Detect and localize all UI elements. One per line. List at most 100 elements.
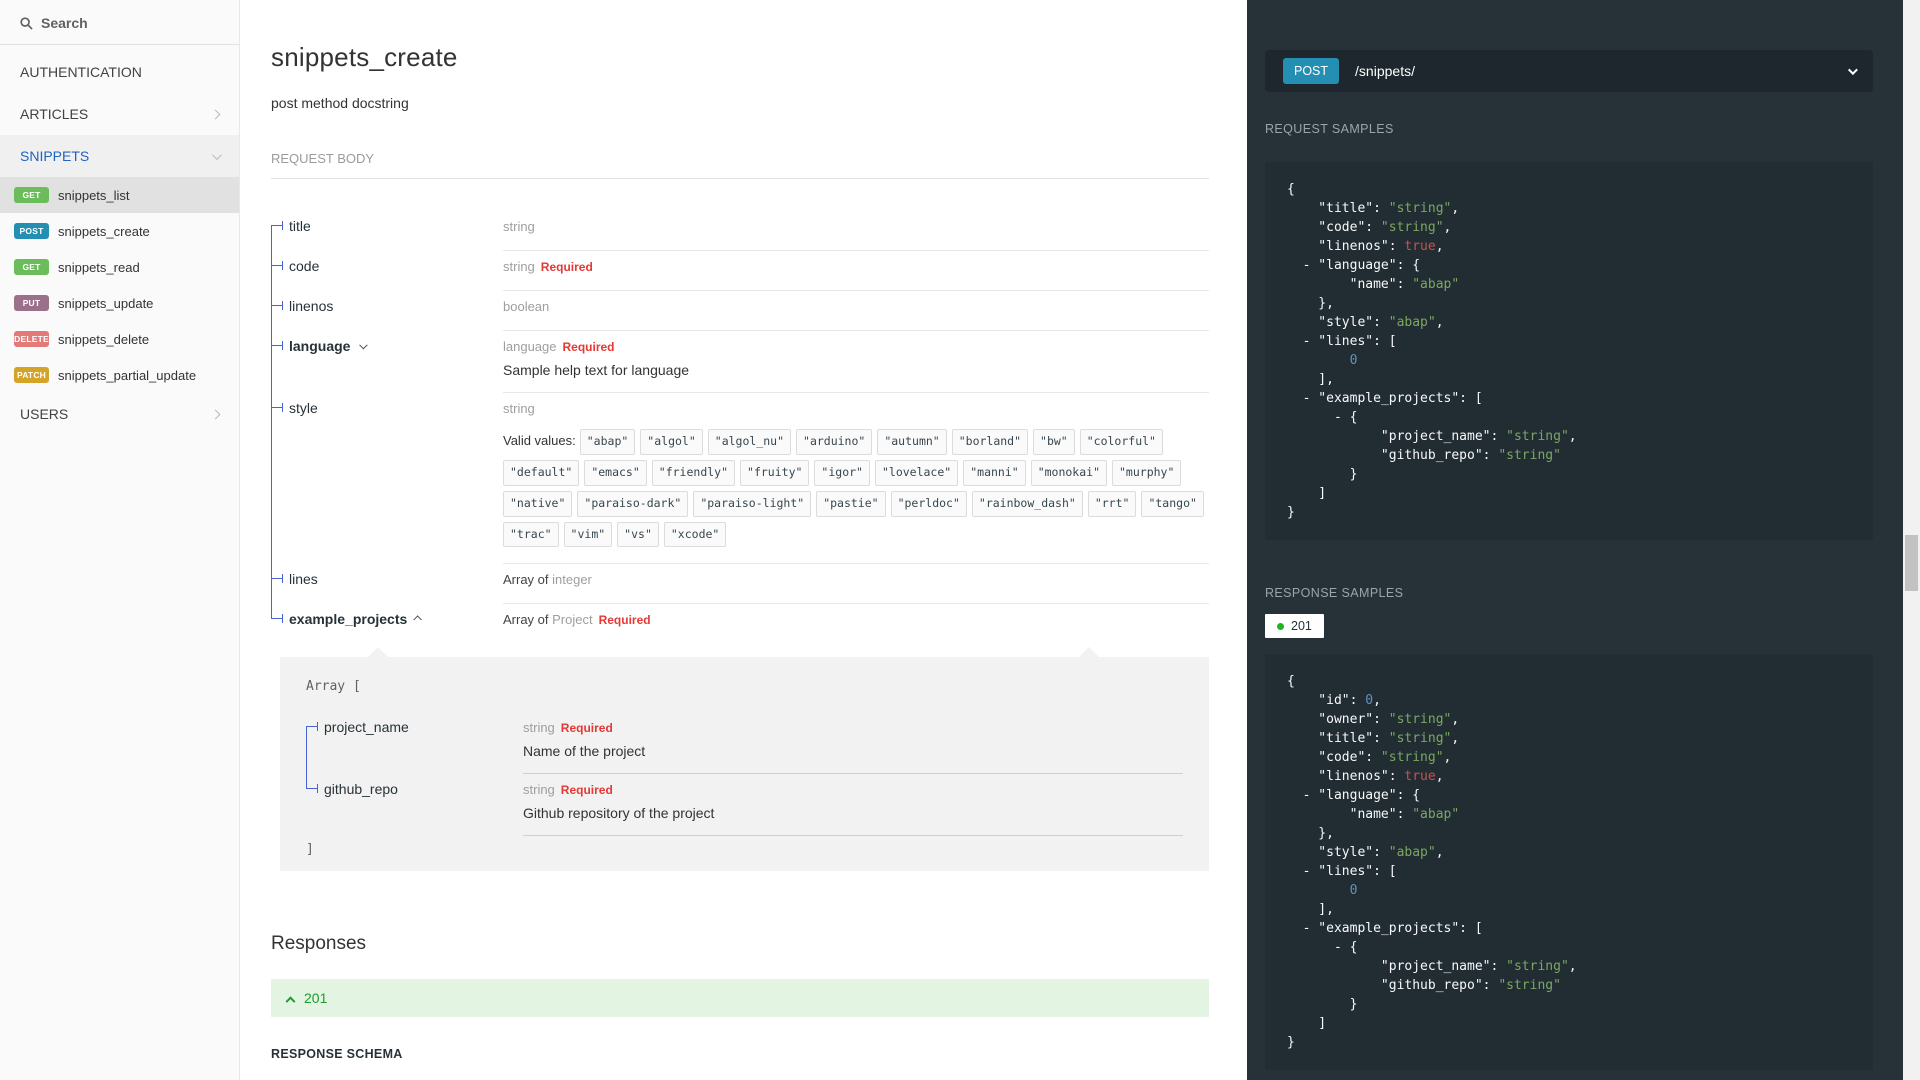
enum-value-chip: "manni" [963, 459, 1026, 486]
enum-value-chip: "arduino" [796, 429, 873, 455]
code-line: "id": 0, [1287, 693, 1381, 708]
page-scrollbar[interactable] [1903, 0, 1920, 1080]
tree-line [271, 291, 272, 331]
field-help-text: Sample help text for language [503, 362, 690, 378]
code-line: "linenos": true, [1287, 769, 1444, 784]
field-row-linenos: linenos boolean [271, 291, 1209, 331]
page-title: snippets_create [271, 42, 458, 72]
code-line: 0 [1349, 883, 1358, 898]
tree-tick [271, 407, 282, 408]
code-line: - "example_projects": [ [1287, 921, 1483, 936]
code-line: - "language": { [1287, 258, 1421, 273]
method-badge-delete: DELETE [14, 331, 49, 347]
field-row-github_repo: github_repo string Required Github reposito… [306, 774, 1183, 837]
code-line: "github_repo": "string" [1287, 448, 1561, 463]
sidebar-item-snippets_read[interactable]: GET snippets_read [0, 249, 239, 285]
chevron-right-icon [210, 409, 221, 419]
required-flag: Required [560, 783, 613, 798]
code-line: }, [1287, 296, 1334, 311]
code-line: "project_name": "string", [1287, 429, 1577, 444]
tree-tick-end [282, 341, 283, 350]
code-line: - "lines": [ [1287, 334, 1397, 349]
tree-line [306, 774, 307, 789]
field-type-line: string [503, 400, 1209, 418]
enum-value-chip: "borland" [951, 429, 1029, 455]
sidebar-item-snippets_create[interactable]: POST snippets_create [0, 213, 239, 249]
field-row-lines: lines Array of integer [271, 564, 1209, 605]
code-line: "style": "abap", [1287, 315, 1444, 330]
scrollbar-thumb[interactable] [1905, 535, 1918, 591]
tree-line [271, 393, 272, 565]
code-line: "style": "abap", [1287, 845, 1444, 860]
tree-tick-end [282, 261, 283, 270]
code-line: - { [1287, 940, 1358, 955]
method-badge-get: GET [14, 259, 49, 275]
field-name-code: code [271, 251, 503, 291]
field-type-line: string Required [523, 719, 1183, 737]
enum-value-chip: "xcode" [663, 521, 727, 548]
enum-value-chip: "emacs" [584, 459, 647, 486]
field-name-label: github_repo [324, 781, 398, 798]
response-201-toggle[interactable]: 201 [271, 979, 1209, 1018]
operation-label: snippets_list [58, 187, 130, 203]
field-row-title: title string [271, 211, 1209, 251]
field-detail-github_repo: string Required Github repository of the p… [523, 774, 1183, 837]
code-line: "owner": "string", [1287, 712, 1460, 727]
sidebar-item-snippets_update[interactable]: PUT snippets_update [0, 285, 239, 321]
sidebar-item-articles[interactable]: ARTICLES [0, 93, 239, 135]
enum-value-chip: "vs" [617, 521, 659, 548]
code-line: - "language": { [1287, 788, 1421, 803]
field-name-title: title [271, 211, 503, 251]
tree-tick [271, 618, 282, 620]
tree-line [271, 331, 272, 393]
search-box[interactable] [0, 0, 239, 45]
field-type-line: string [503, 218, 1209, 236]
responses-heading: Responses [271, 933, 367, 955]
chevron-up-icon [413, 615, 423, 625]
code-line: } [1287, 1035, 1295, 1050]
sidebar-item-snippets[interactable]: SNIPPETS [0, 135, 239, 177]
field-help-text: Github repository of the project [523, 805, 715, 822]
field-type: language [503, 339, 557, 354]
sidebar-item-authentication[interactable]: AUTHENTICATION [0, 51, 239, 93]
tree-tick-end [282, 574, 283, 584]
sidebar-item-snippets_partial_update[interactable]: PATCH snippets_partial_update [0, 357, 239, 393]
array-open-bracket: Array [ [306, 679, 361, 695]
sidebar-nav: AUTHENTICATION ARTICLES SNIPPETS GET snippe… [0, 51, 239, 435]
required-flag: Required [562, 340, 615, 354]
tree-tick [271, 345, 282, 346]
enum-value-chip: "trac" [503, 521, 559, 548]
code-line: { [1287, 674, 1295, 689]
array-item-fields: project_name string Required Name of the pr… [306, 712, 1183, 837]
field-type-line: Array of integer [503, 571, 1209, 589]
enum-value-chip: "fruity" [740, 459, 810, 486]
required-flag: Required [540, 260, 593, 274]
field-name-style: style [271, 393, 503, 565]
status-dot-icon [1277, 622, 1284, 630]
endpoint-selector[interactable]: POST /snippets/ [1265, 50, 1873, 92]
sidebar-item-snippets_list[interactable]: GET snippets_list [0, 177, 239, 213]
enum-value-chip: "murphy" [1112, 459, 1182, 486]
sidebar-item-label: AUTHENTICATION [20, 64, 142, 80]
sidebar-item-users[interactable]: USERS [0, 393, 239, 435]
sidebar-item-snippets_delete[interactable]: DELETE snippets_delete [0, 321, 239, 357]
field-type: Project [552, 612, 593, 628]
enum-value-chip: "lovelace" [874, 459, 959, 486]
method-docstring: post method docstring [271, 95, 409, 111]
field-name-language[interactable]: language [271, 331, 503, 393]
enum-value-chip: "rainbow_dash" [971, 490, 1083, 517]
required-flag: Required [560, 721, 613, 736]
field-type-line: string Required [523, 781, 1183, 799]
enum-value-chip: "monokai" [1030, 459, 1107, 486]
field-name-project_name: project_name [306, 712, 523, 775]
response-tab-201[interactable]: 201 [1265, 614, 1324, 638]
type-prefix: Array of [503, 572, 553, 588]
field-name-lines: lines [271, 564, 503, 605]
code-line: "project_name": "string", [1287, 959, 1577, 974]
sidebar-item-label: USERS [20, 406, 69, 422]
field-name-example_projects[interactable]: example_projects [271, 604, 503, 643]
search-input[interactable] [41, 15, 219, 31]
field-detail-language: language Required Sample help text for lan… [503, 331, 1209, 393]
field-type: string [523, 720, 555, 736]
field-name-label: lines [289, 571, 318, 588]
